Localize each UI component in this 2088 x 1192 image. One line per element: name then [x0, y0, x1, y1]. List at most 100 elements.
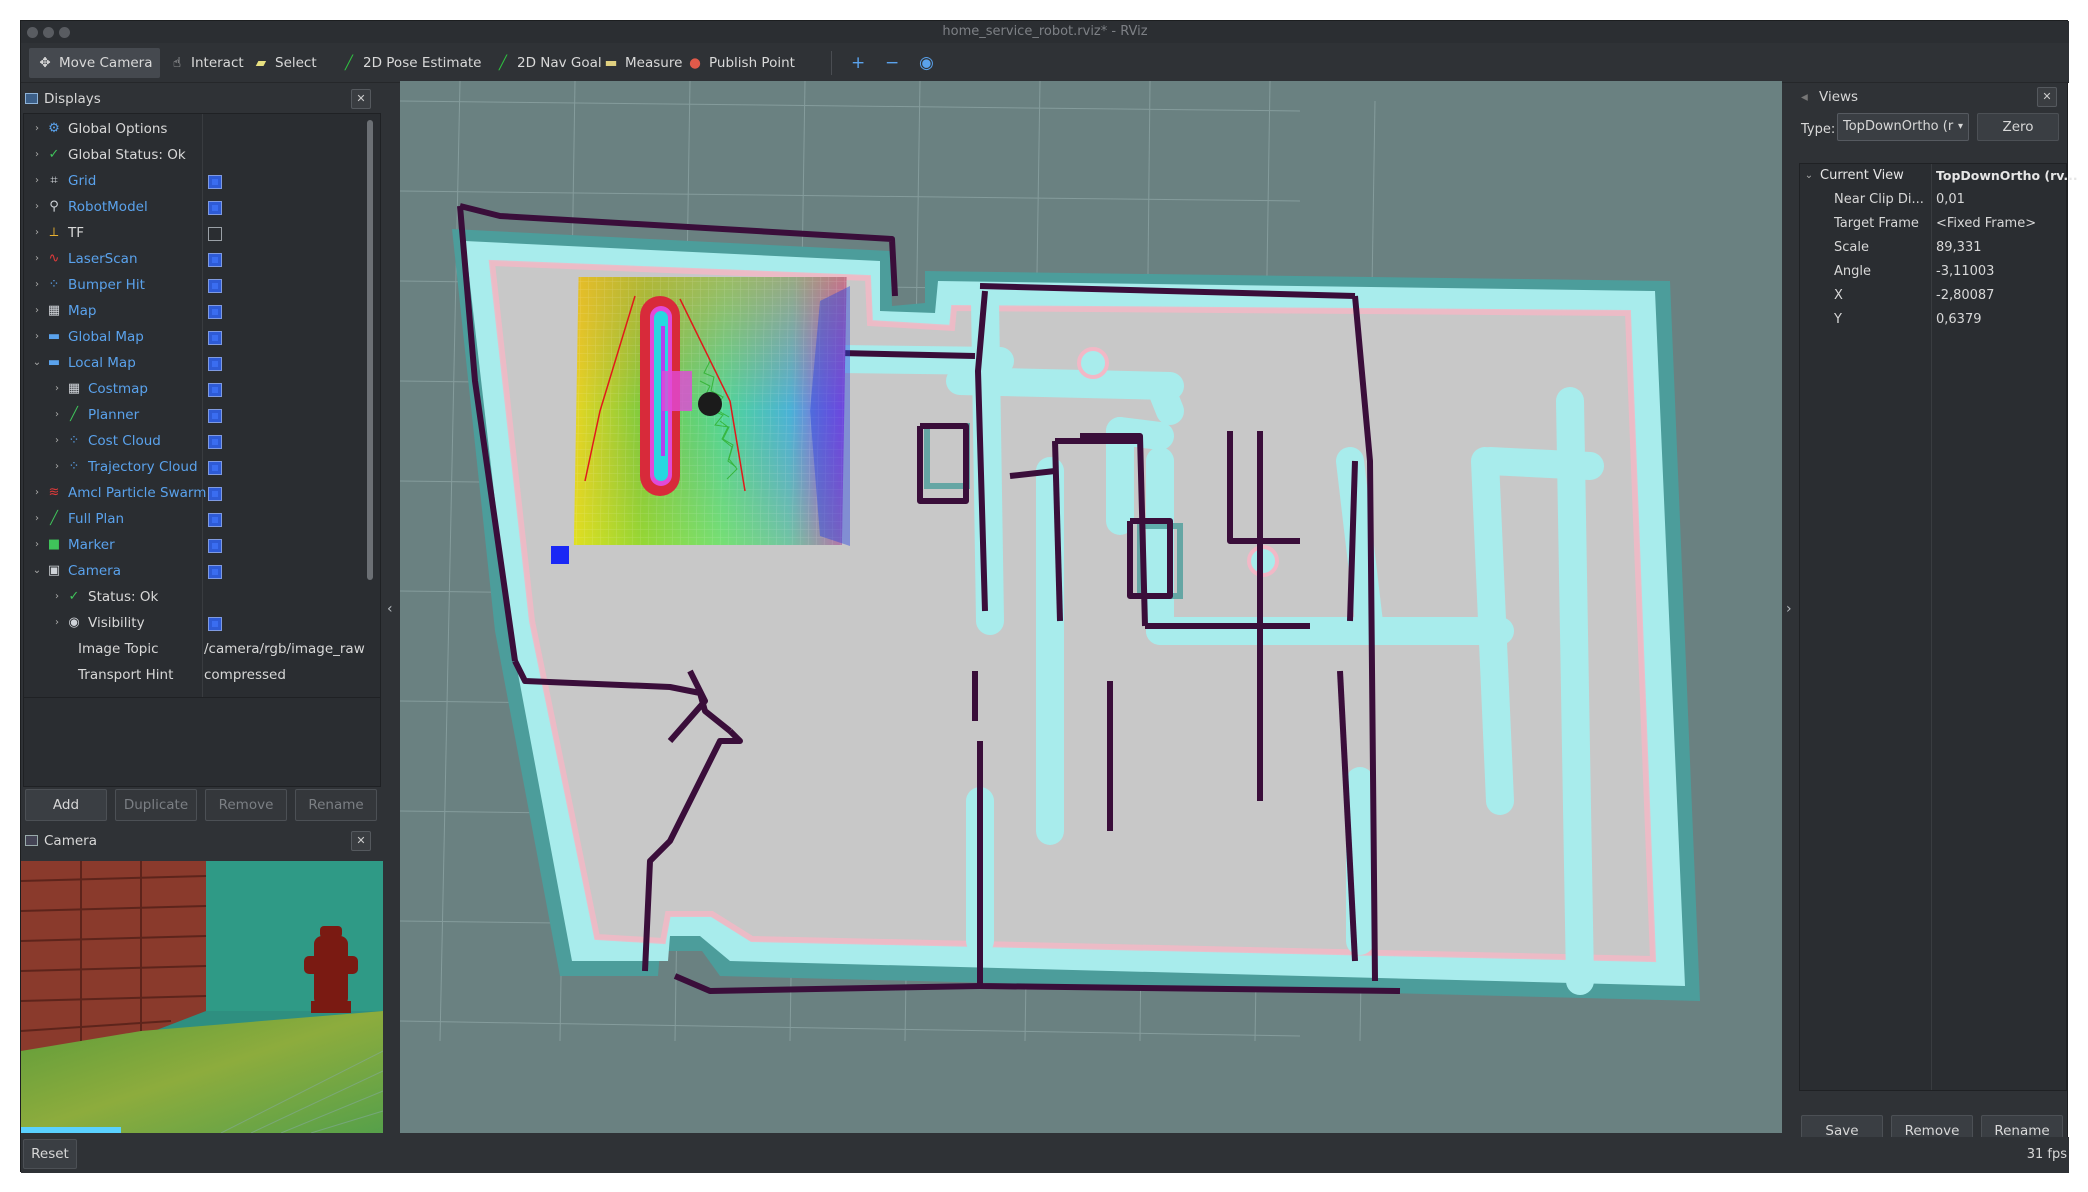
display-item-map[interactable]: › ▦ Map	[24, 298, 364, 324]
chevron-right-icon[interactable]: ›	[52, 402, 62, 428]
chevron-right-icon[interactable]: ›	[32, 298, 42, 324]
chevron-right-icon[interactable]: ›	[32, 532, 42, 558]
display-property-value[interactable]: /camera/rgb/image_raw	[204, 636, 365, 662]
display-enable-checkbox[interactable]	[208, 331, 222, 345]
display-enable-checkbox[interactable]	[208, 565, 222, 579]
display-enable-checkbox[interactable]	[208, 279, 222, 293]
maximize-window-dot[interactable]	[59, 27, 70, 38]
display-item-full-plan[interactable]: › ╱ Full Plan	[24, 506, 364, 532]
current-view-row[interactable]: ⌄ Current View TopDownOrtho (rv...	[1800, 164, 2078, 188]
plus-icon[interactable]: +	[843, 48, 873, 78]
display-item-amcl-particle-swarm[interactable]: › ≋ Amcl Particle Swarm	[24, 480, 364, 506]
collapse-left-arrow-icon[interactable]: ‹	[387, 601, 393, 617]
display-item-cost-cloud[interactable]: › ⁘ Cost Cloud	[24, 428, 364, 454]
display-item-image-topic[interactable]: Image Topic/camera/rgb/image_raw	[24, 636, 365, 662]
chevron-right-icon[interactable]: ›	[32, 506, 42, 532]
tool-2d-pose-estimate[interactable]: ╱ 2D Pose Estimate	[333, 48, 489, 78]
display-enable-checkbox[interactable]	[208, 487, 222, 501]
display-enable-checkbox[interactable]	[208, 305, 222, 319]
zero-view-button[interactable]: Zero	[1977, 113, 2059, 141]
display-item-bumper-hit[interactable]: › ⁘ Bumper Hit	[24, 272, 364, 298]
chevron-right-icon[interactable]: ›	[52, 428, 62, 454]
display-enable-checkbox[interactable]	[208, 383, 222, 397]
display-enable-checkbox[interactable]	[208, 175, 222, 189]
collapse-right-arrow-icon[interactable]: ›	[1786, 601, 1792, 617]
display-enable-checkbox[interactable]	[208, 513, 222, 527]
display-item-laserscan[interactable]: › ∿ LaserScan	[24, 246, 364, 272]
display-item-local-map[interactable]: ⌄ ▬ Local Map	[24, 350, 364, 376]
add-display-button[interactable]: Add	[25, 789, 107, 821]
view-prop-value[interactable]: -2,80087	[1936, 284, 1994, 308]
view-prop-row[interactable]: Scale 89,331	[1800, 236, 2068, 260]
chevron-right-icon[interactable]: ›	[32, 324, 42, 350]
chevron-right-icon[interactable]: ›	[32, 272, 42, 298]
view-prop-value[interactable]: 0,01	[1936, 188, 1965, 212]
display-item-trajectory-cloud[interactable]: › ⁘ Trajectory Cloud	[24, 454, 364, 480]
chevron-right-icon[interactable]: ›	[32, 142, 42, 168]
tool-measure[interactable]: ▬ Measure	[595, 48, 690, 78]
chevron-right-icon[interactable]: ›	[52, 376, 62, 402]
display-item-tf[interactable]: › ⟂ TF	[24, 220, 364, 246]
minimize-window-dot[interactable]	[43, 27, 54, 38]
display-enable-checkbox[interactable]	[208, 409, 222, 423]
rename-display-button[interactable]: Rename	[295, 789, 377, 821]
display-enable-checkbox[interactable]	[208, 539, 222, 553]
view-prop-row[interactable]: Target Frame <Fixed Frame>	[1800, 212, 2068, 236]
views-tree[interactable]: ⌄ Current View TopDownOrtho (rv... Near …	[1799, 163, 2078, 1091]
minus-icon[interactable]: −	[877, 48, 907, 78]
chevron-right-icon[interactable]: ›	[32, 220, 42, 246]
view-prop-row[interactable]: X -2,80087	[1800, 284, 2068, 308]
tool-2d-nav-goal[interactable]: ╱ 2D Nav Goal	[487, 48, 610, 78]
chevron-down-icon[interactable]: ⌄	[32, 558, 42, 584]
chevron-right-icon[interactable]: ›	[32, 246, 42, 272]
display-item-transport-hint[interactable]: Transport Hint compressed	[24, 662, 364, 688]
display-item-costmap[interactable]: › ▦ Costmap	[24, 376, 364, 402]
tool-move-camera[interactable]: ✥ Move Camera	[29, 48, 161, 78]
display-enable-checkbox[interactable]	[208, 357, 222, 371]
view-prop-row[interactable]: Angle -3,11003	[1800, 260, 2068, 284]
view-prop-value[interactable]: 0,6379	[1936, 308, 1982, 332]
tool-interact[interactable]: ☝ Interact	[161, 48, 252, 78]
display-item-marker[interactable]: › ■ Marker	[24, 532, 364, 558]
views-close-button[interactable]: ✕	[2037, 87, 2057, 107]
display-item-status-ok[interactable]: › ✓ Status: Ok	[24, 584, 364, 610]
display-item-planner[interactable]: › ╱ Planner	[24, 402, 364, 428]
display-enable-checkbox[interactable]	[208, 201, 222, 215]
display-item-global-status-ok[interactable]: › ✓ Global Status: Ok	[24, 142, 364, 168]
display-enable-checkbox[interactable]	[208, 461, 222, 475]
remove-display-button[interactable]: Remove	[205, 789, 287, 821]
view-prop-row[interactable]: Y 0,6379	[1800, 308, 2068, 332]
eye-icon[interactable]: ◉	[911, 48, 942, 78]
view-prop-value[interactable]: -3,11003	[1936, 260, 1994, 284]
display-property-value[interactable]: compressed	[204, 662, 286, 688]
tool-publish-point[interactable]: ● Publish Point	[679, 48, 803, 78]
display-item-visibility[interactable]: › ◉ Visibility	[24, 610, 364, 636]
chevron-right-icon[interactable]: ›	[32, 480, 42, 506]
display-item-robotmodel[interactable]: › ⚲ RobotModel	[24, 194, 364, 220]
chevron-right-icon[interactable]: ›	[32, 116, 42, 142]
camera-close-button[interactable]: ✕	[351, 831, 371, 851]
display-enable-checkbox[interactable]	[208, 617, 222, 631]
display-enable-checkbox[interactable]	[208, 253, 222, 267]
display-item-global-map[interactable]: › ▬ Global Map	[24, 324, 364, 350]
chevron-right-icon[interactable]: ›	[52, 454, 62, 480]
chevron-right-icon[interactable]: ›	[32, 168, 42, 194]
reset-button[interactable]: Reset	[23, 1139, 77, 1169]
display-item-grid[interactable]: › ⌗ Grid	[24, 168, 364, 194]
display-enable-checkbox[interactable]	[208, 227, 222, 241]
display-item-camera[interactable]: ⌄ ▣ Camera	[24, 558, 364, 584]
close-window-dot[interactable]	[27, 27, 38, 38]
3d-viewport[interactable]	[400, 81, 1782, 1133]
view-type-select[interactable]: TopDownOrtho (r ▾	[1837, 113, 1969, 141]
view-prop-value[interactable]: 89,331	[1936, 236, 1982, 260]
chevron-right-icon[interactable]: ›	[32, 194, 42, 220]
displays-scrollbar[interactable]	[367, 120, 373, 580]
displays-tree[interactable]: › ⚙ Global Options › ✓ Global Status: Ok › ⌗ Gri…	[23, 113, 381, 715]
chevron-right-icon[interactable]: ›	[52, 584, 62, 610]
chevron-right-icon[interactable]: ›	[52, 610, 62, 636]
view-prop-value[interactable]: <Fixed Frame>	[1936, 212, 2036, 236]
view-prop-row[interactable]: Near Clip Di... 0,01	[1800, 188, 2068, 212]
display-enable-checkbox[interactable]	[208, 435, 222, 449]
duplicate-display-button[interactable]: Duplicate	[115, 789, 197, 821]
displays-close-button[interactable]: ✕	[351, 89, 371, 109]
